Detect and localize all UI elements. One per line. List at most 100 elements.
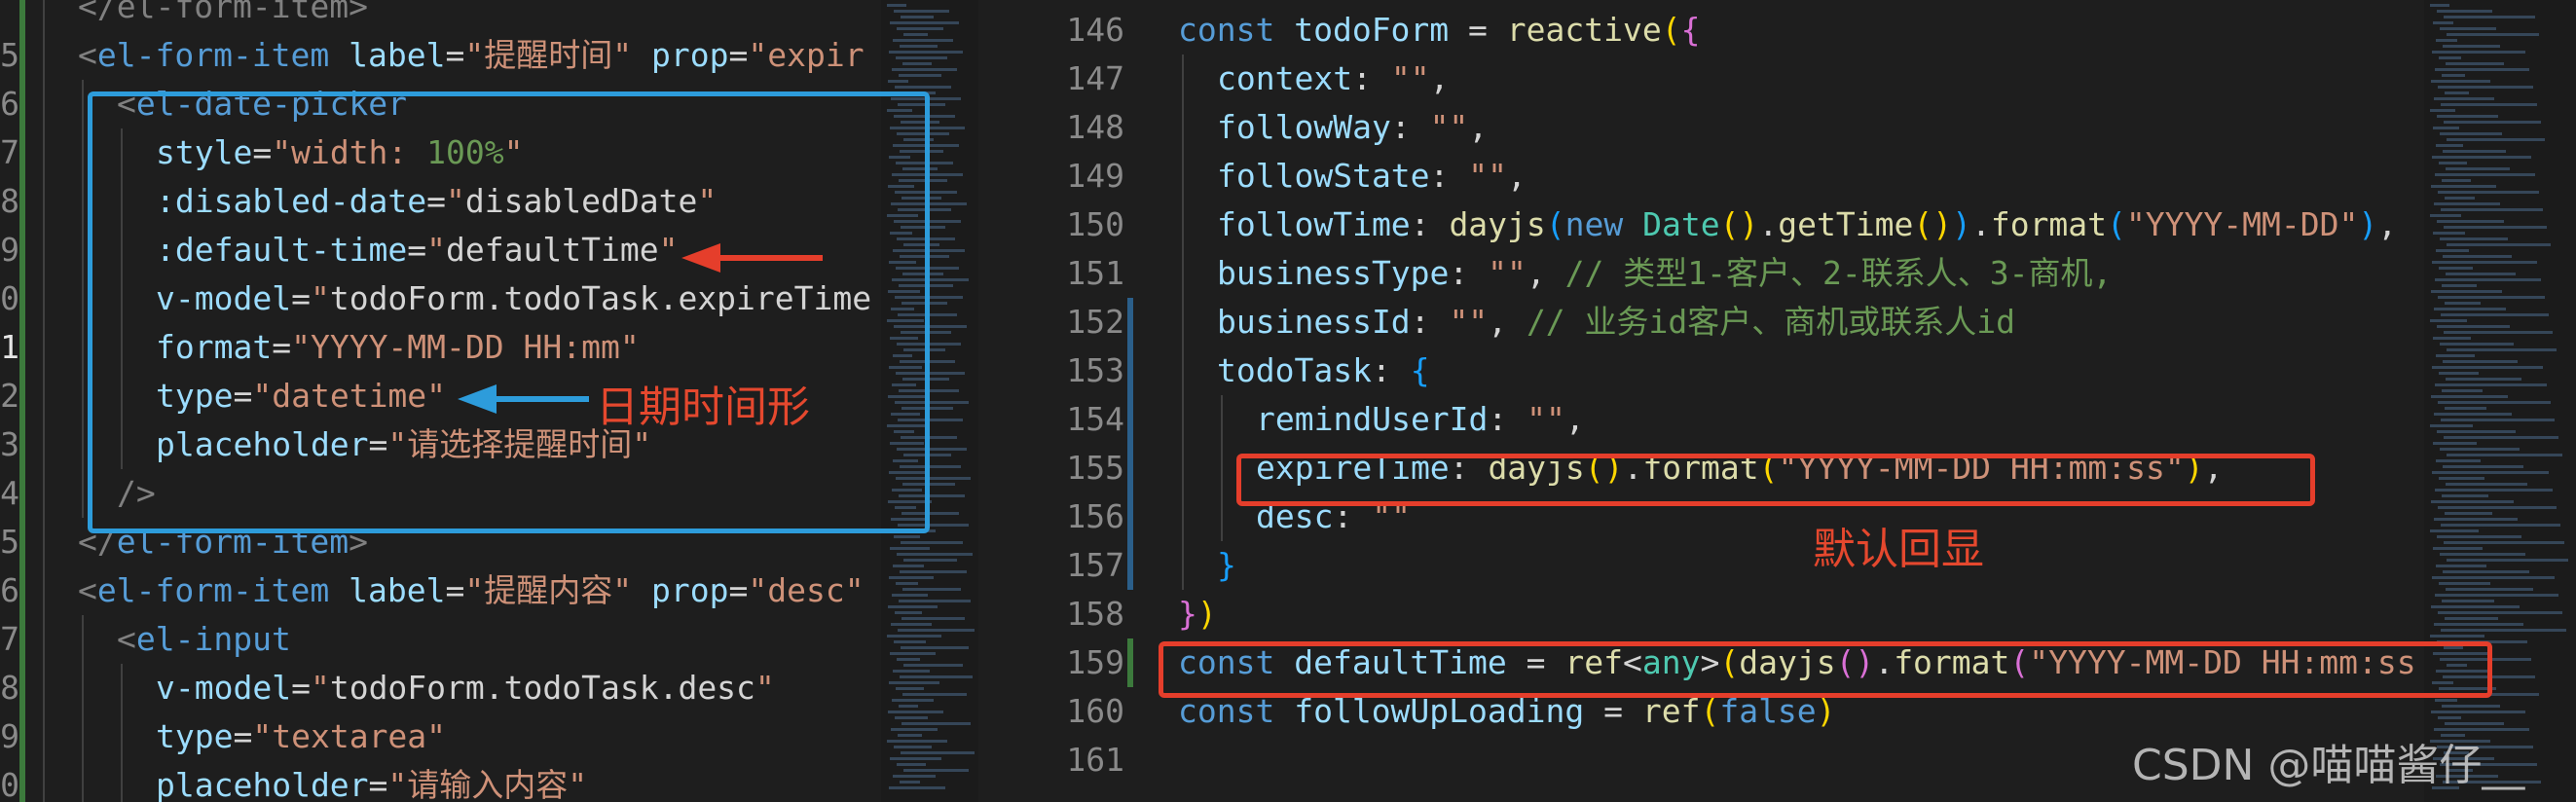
minimap-line: [899, 705, 918, 708]
blue-arrow-icon: [458, 384, 589, 414]
minimap-line: [2444, 436, 2558, 439]
line-number: 7: [0, 620, 19, 658]
indent-guide: [1182, 444, 1184, 492]
line-number: 2: [0, 377, 19, 415]
indent-guide: [43, 31, 45, 80]
code-token: followState: [1217, 157, 1430, 195]
code-token: reactive: [1506, 11, 1662, 49]
code-line[interactable]: todoTask: {: [1217, 346, 1430, 395]
line-number: 6: [0, 571, 19, 609]
minimap-line: [2438, 86, 2533, 89]
minimap-line: [898, 734, 922, 737]
code-line[interactable]: }): [1178, 590, 1217, 638]
code-line[interactable]: <el-input: [117, 615, 291, 664]
indent-guide: [82, 128, 84, 177]
code-line[interactable]: <el-form-item label="提醒内容" prop="desc": [78, 566, 865, 615]
code-line[interactable]: followWay: "",: [1217, 103, 1488, 152]
minimap-line: [2445, 91, 2469, 94]
indent-guide: [121, 664, 123, 712]
minimap-line: [893, 775, 936, 778]
code-line[interactable]: </el-form-item>: [78, 0, 368, 31]
minimap-line: [2445, 302, 2481, 305]
code-line[interactable]: followTime: dayjs(new Date().getTime()).…: [1217, 200, 2397, 249]
minimap-line: [2436, 144, 2463, 147]
indent-guide: [43, 274, 45, 323]
code-token: :: [1449, 254, 1489, 292]
date-picker-highlight-box: [88, 91, 930, 533]
red-arrow-icon: [681, 243, 823, 273]
minimap-line: [893, 565, 924, 567]
code-token: "": [1390, 59, 1430, 97]
minimap-line: [887, 740, 947, 743]
indent-guide: [43, 615, 45, 664]
code-line[interactable]: businessType: "", // 类型1-客户、2-联系人、3-商机,: [1217, 249, 2112, 298]
code-token: <: [117, 620, 136, 658]
code-line[interactable]: context: "",: [1217, 55, 1449, 103]
line-number: 7: [0, 133, 19, 171]
code-token: prop: [651, 571, 729, 609]
code-token: =: [445, 571, 465, 609]
indent-guide: [1182, 152, 1184, 200]
minimap-line: [895, 611, 922, 614]
minimap-line: [892, 68, 957, 71]
minimap-line: [2430, 319, 2467, 322]
minimap-line: [2440, 132, 2502, 135]
indent-guide: [43, 372, 45, 420]
code-token: ,: [1429, 59, 1450, 97]
git-change-bar: [1127, 638, 1133, 687]
code-token: "提醒时间": [464, 36, 633, 74]
code-line[interactable]: followState: "",: [1217, 152, 1527, 200]
minimap-line: [2430, 4, 2449, 7]
code-line[interactable]: remindUserId: "",: [1256, 395, 1585, 444]
minimap-line: [2444, 16, 2535, 18]
default-time-highlight-box: [1159, 641, 2492, 698]
line-number: [0, 0, 19, 31]
line-number: 147: [1066, 59, 1124, 97]
minimap-line: [2446, 588, 2533, 591]
minimap-line: [2443, 465, 2523, 468]
code-token: businessType: [1217, 254, 1450, 292]
minimap-line: [2436, 249, 2469, 252]
minimap-line: [890, 547, 930, 550]
indent-guide: [1182, 541, 1184, 590]
minimap-line: [890, 757, 941, 760]
minimap-line: [2447, 559, 2568, 562]
code-token: "desc": [748, 571, 865, 609]
code-token: ,: [1507, 157, 1527, 195]
line-number: 151: [1066, 254, 1124, 292]
minimap-line: [2431, 500, 2514, 503]
code-token: ,: [1526, 254, 1565, 292]
code-line[interactable]: type="textarea": [156, 712, 446, 761]
code-token: <: [78, 571, 97, 609]
code-line[interactable]: v-model="todoForm.todoTask.desc": [156, 664, 775, 712]
code-line[interactable]: const todoForm = reactive({: [1178, 6, 1700, 55]
indent-guide: [82, 712, 84, 761]
indent-guide: [43, 566, 45, 615]
code-token: ): [1196, 595, 1217, 633]
indent-guide: [43, 226, 45, 274]
code-line[interactable]: }: [1217, 541, 1236, 590]
minimap-line: [2435, 699, 2457, 702]
code-token: new: [1564, 205, 1624, 243]
indent-guide: [82, 761, 84, 802]
code-token: prop: [651, 36, 729, 74]
line-number: 158: [1066, 595, 1124, 633]
code-line[interactable]: <el-form-item label="提醒时间" prop="expir: [78, 31, 865, 80]
indent-guide: [43, 128, 45, 177]
line-number: 152: [1066, 303, 1124, 341]
minimap-line: [2443, 150, 2506, 153]
indent-guide: [1182, 492, 1184, 541]
minimap-line: [2438, 716, 2461, 719]
indent-guide: [43, 80, 45, 128]
code-line[interactable]: placeholder="请输入内容": [156, 761, 587, 802]
minimap-line: [2432, 156, 2531, 159]
code-token: // 类型1-客户、2-联系人、3-商机,: [1564, 254, 2113, 292]
minimap-line: [900, 45, 938, 48]
code-line[interactable]: businessId: "", // 业务id客户、商机或联系人id: [1217, 298, 2015, 346]
datetime-type-annotation: 日期时间形: [596, 383, 810, 432]
indent-guide: [121, 712, 123, 761]
code-token: format: [1990, 205, 2108, 243]
minimap-line: [900, 781, 920, 784]
line-number: 150: [1066, 205, 1124, 243]
